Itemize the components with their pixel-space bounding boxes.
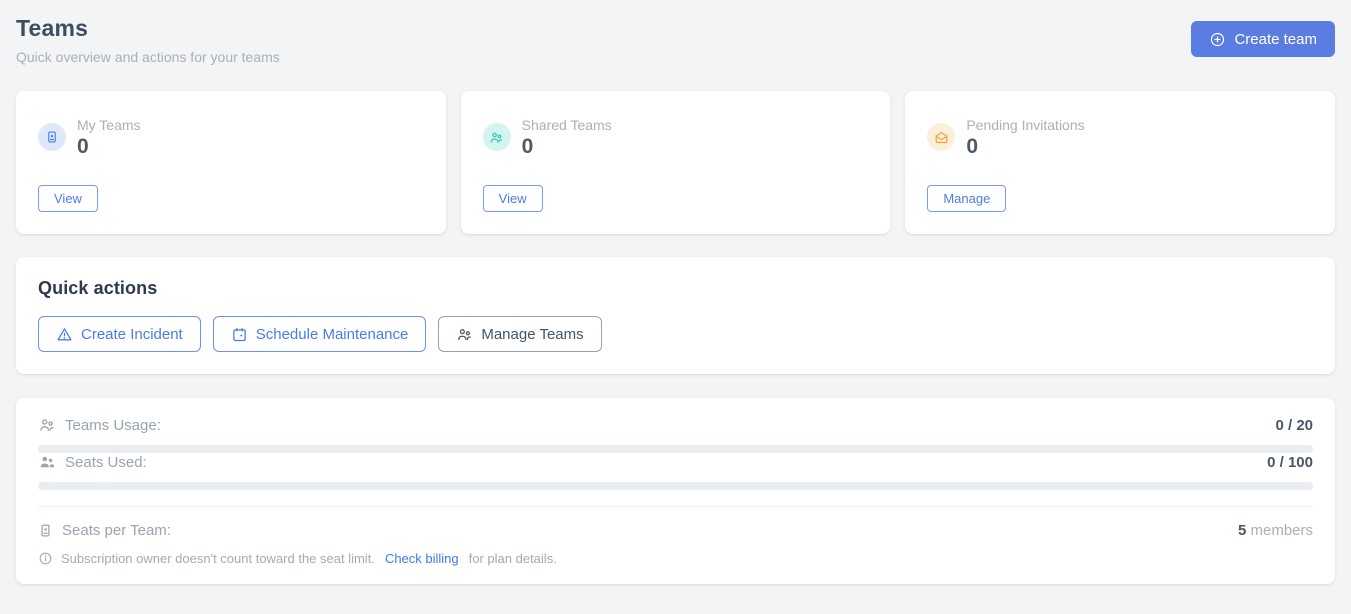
usage-card: Teams Usage: 0 / 20 Seats Used: 0 / 100 [16,398,1335,584]
note-text: Subscription owner doesn't count toward … [61,551,375,566]
header-text: Teams Quick overview and actions for you… [16,15,280,65]
stat-card-pending-invitations: Pending Invitations 0 Manage [905,91,1335,234]
stat-label: Pending Invitations [966,117,1084,133]
seats-used-progressbar [38,482,1313,490]
seats-per-team-label: Seats per Team: [62,522,171,539]
seat-limit-note: Subscription owner doesn't count toward … [38,551,1313,566]
plus-circle-icon [1209,31,1226,48]
seats-used-value: 0 / 100 [1267,454,1313,471]
note-suffix: for plan details. [469,551,557,566]
check-billing-link[interactable]: Check billing [385,551,459,566]
calendar-icon [231,326,248,343]
seats-per-team-row: Seats per Team: 5 members [38,521,1313,539]
view-shared-teams-button[interactable]: View [483,185,543,212]
manage-teams-button[interactable]: Manage Teams [438,316,601,352]
teams-usage-label: Teams Usage: [65,417,161,434]
create-incident-button[interactable]: Create Incident [38,316,201,352]
manage-invitations-button[interactable]: Manage [927,185,1006,212]
teams-page: Teams Quick overview and actions for you… [0,0,1351,584]
contact-badge-icon [38,123,66,151]
schedule-maintenance-label: Schedule Maintenance [256,326,409,343]
page-title: Teams [16,15,280,42]
seats-per-team-unit: members [1250,522,1313,539]
stats-row: My Teams 0 View Shared Teams [16,91,1335,234]
warning-triangle-icon [56,326,73,343]
stat-value: 0 [77,136,141,157]
create-team-label: Create team [1234,31,1317,48]
page-subtitle: Quick overview and actions for your team… [16,49,280,65]
seats-used-label: Seats Used: [65,454,147,471]
stat-card-my-teams: My Teams 0 View [16,91,446,234]
quick-actions-title: Quick actions [38,278,1313,299]
divider [38,506,1313,507]
teams-usage-value: 0 / 20 [1275,417,1313,434]
schedule-maintenance-button[interactable]: Schedule Maintenance [213,316,427,352]
manage-teams-label: Manage Teams [481,326,583,343]
contact-badge-icon [38,523,53,538]
info-circle-icon [38,551,53,566]
page-header: Teams Quick overview and actions for you… [16,15,1335,65]
create-incident-label: Create Incident [81,326,183,343]
view-my-teams-button[interactable]: View [38,185,98,212]
users-icon [456,326,473,343]
stat-label: My Teams [77,117,141,133]
quick-actions-card: Quick actions Create Incident [16,257,1335,374]
teams-usage-row: Teams Usage: 0 / 20 [38,416,1313,434]
quick-actions-buttons: Create Incident Schedule Maintenance [38,316,1313,352]
stat-label: Shared Teams [522,117,612,133]
seats-used-row: Seats Used: 0 / 100 [38,453,1313,471]
stat-card-shared-teams: Shared Teams 0 View [461,91,891,234]
stat-value: 0 [966,136,1084,157]
create-team-button[interactable]: Create team [1191,21,1335,57]
stat-value: 0 [522,136,612,157]
users-filled-icon [38,453,56,471]
users-outline-icon [38,416,56,434]
teams-usage-progressbar [38,445,1313,453]
users-icon [483,123,511,151]
seats-per-team-value: 5 members [1238,522,1313,539]
mail-open-icon [927,123,955,151]
